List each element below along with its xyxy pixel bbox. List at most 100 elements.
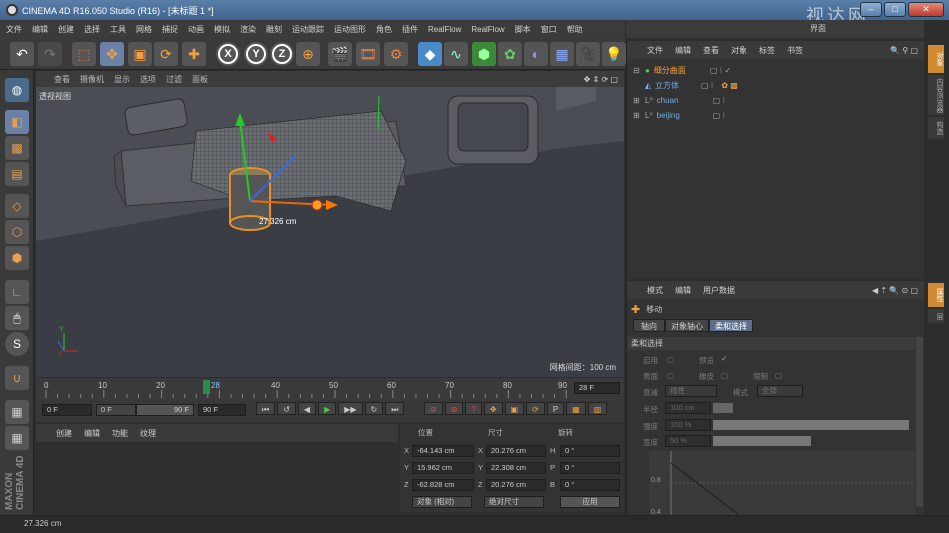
obj-menu-view[interactable]: 查看 bbox=[703, 45, 719, 56]
subdivision-surface-icon[interactable]: ⬢ bbox=[472, 42, 496, 66]
apply-button[interactable]: 应用 bbox=[560, 496, 620, 508]
menu-character[interactable]: 角色 bbox=[376, 24, 392, 35]
y-axis-lock-button[interactable]: Y bbox=[244, 42, 268, 66]
obj-menu-tags[interactable]: 标签 bbox=[759, 45, 775, 56]
menu-realflow-1[interactable]: RealFlow bbox=[428, 25, 461, 34]
edges-mode-icon[interactable]: ⬡ bbox=[5, 220, 29, 244]
object-row-chuan[interactable]: ⊞ L⁰ chuan ▢ ⁝ bbox=[633, 93, 924, 108]
record-keys-icon[interactable]: ⊘ bbox=[424, 402, 443, 415]
z-axis-lock-button[interactable]: Z bbox=[270, 42, 294, 66]
menu-help[interactable]: 帮助 bbox=[567, 24, 583, 35]
prev-key-icon[interactable]: ↺ bbox=[277, 402, 296, 415]
floor-icon[interactable]: ▦ bbox=[550, 42, 574, 66]
key-pla-icon[interactable]: ▦ bbox=[566, 402, 586, 415]
visibility-dots-icon[interactable]: ▢ ⁝ ✓ bbox=[710, 66, 731, 75]
next-frame-icon[interactable]: ▶▶ bbox=[338, 402, 363, 415]
light-icon[interactable]: 💡 bbox=[602, 42, 626, 66]
menu-motion-tracking[interactable]: 运动跟踪 bbox=[292, 24, 324, 35]
model-mode-icon[interactable]: ◧ bbox=[5, 110, 29, 134]
object-row-subdivision[interactable]: ⊟ ● 细分曲面 ▢ ⁝ ✓ bbox=[633, 63, 924, 78]
strength-slider[interactable] bbox=[713, 420, 909, 430]
live-selection-icon[interactable]: ⬚ bbox=[72, 42, 96, 66]
pos-z-field[interactable]: -62.828 cm bbox=[412, 479, 474, 491]
current-frame-field[interactable]: 28 F bbox=[574, 382, 620, 394]
camera-icon[interactable]: 🎥 bbox=[576, 42, 600, 66]
material-tag-icon[interactable]: ✿ ▩ bbox=[721, 81, 737, 90]
vp-menu-panel[interactable]: 面板 bbox=[192, 74, 208, 85]
vp-menu-filter[interactable]: 过滤 bbox=[166, 74, 182, 85]
goto-start-icon[interactable]: ⏮ bbox=[256, 402, 276, 415]
start-frame-field[interactable]: 0 F bbox=[42, 404, 92, 416]
visibility-dots-icon[interactable]: ▢ ⁝ bbox=[713, 111, 725, 120]
strength-field[interactable]: 100 % bbox=[665, 419, 711, 431]
menu-create[interactable]: 创建 bbox=[58, 24, 74, 35]
preview-range-slider[interactable]: 90 F bbox=[136, 404, 194, 416]
menu-mesh[interactable]: 网格 bbox=[136, 24, 152, 35]
object-name[interactable]: beijing bbox=[657, 111, 707, 120]
magnet-icon[interactable]: ∪ bbox=[5, 366, 29, 390]
workplane-icon[interactable]: ◍ bbox=[5, 78, 29, 102]
menu-tools[interactable]: 工具 bbox=[110, 24, 126, 35]
obj-search-icon[interactable]: 🔍 ⚲ ▢ bbox=[890, 46, 918, 55]
locked-workplane-icon[interactable]: ▦ bbox=[5, 426, 29, 450]
next-key-icon[interactable]: ↻ bbox=[364, 402, 384, 415]
mat-menu-texture[interactable]: 纹理 bbox=[140, 428, 156, 439]
obj-menu-bookmarks[interactable]: 书签 bbox=[787, 45, 803, 56]
last-tool-icon[interactable]: ✚ bbox=[182, 42, 206, 66]
tab-object-axis[interactable]: 对象轴心 bbox=[665, 319, 709, 332]
vp-menu-view[interactable]: 查看 bbox=[54, 74, 70, 85]
visibility-dots-icon[interactable]: ▢ ⁝ bbox=[713, 96, 725, 105]
play-icon[interactable]: ▶ bbox=[318, 402, 337, 415]
rot-b-field[interactable]: 0 ° bbox=[560, 479, 620, 491]
x-axis-lock-button[interactable]: X bbox=[216, 42, 240, 66]
width-field[interactable]: 50 % bbox=[665, 435, 711, 447]
points-mode-icon[interactable]: ◇ bbox=[5, 194, 29, 218]
menu-window[interactable]: 窗口 bbox=[541, 24, 557, 35]
attr-menu-edit[interactable]: 编辑 bbox=[675, 285, 691, 296]
expand-icon[interactable]: ⊟ bbox=[633, 66, 645, 75]
tab-attributes[interactable]: 属性 bbox=[928, 283, 944, 307]
menu-sculpt[interactable]: 雕刻 bbox=[266, 24, 282, 35]
key-param-icon[interactable]: P bbox=[546, 402, 565, 415]
menu-simulate[interactable]: 模拟 bbox=[214, 24, 230, 35]
preview-start-field[interactable]: 0 F bbox=[96, 404, 136, 416]
obj-menu-edit[interactable]: 编辑 bbox=[675, 45, 691, 56]
object-row-cube[interactable]: ◭ 立方体 ▢ ⁝ ✿ ▩ bbox=[633, 78, 924, 93]
spline-pen-icon[interactable]: ∿ bbox=[444, 42, 468, 66]
goto-end-icon[interactable]: ⏭ bbox=[385, 402, 405, 415]
menu-animate[interactable]: 动画 bbox=[188, 24, 204, 35]
mat-menu-create[interactable]: 创建 bbox=[56, 428, 72, 439]
tab-content-browser[interactable]: 内容浏览器 bbox=[928, 75, 944, 115]
cube-primitive-icon[interactable]: ◆ bbox=[418, 42, 442, 66]
tab-structure[interactable]: 构造 bbox=[928, 117, 944, 139]
menu-mograph[interactable]: 运动图形 bbox=[334, 24, 366, 35]
autokey-icon[interactable]: ⊛ bbox=[444, 402, 464, 415]
object-name[interactable]: 立方体 bbox=[655, 80, 695, 91]
tab-axis[interactable]: 轴向 bbox=[633, 319, 665, 332]
menu-snap[interactable]: 捕捉 bbox=[162, 24, 178, 35]
snap-icon[interactable]: S bbox=[5, 332, 29, 356]
coordinate-system-icon[interactable]: ⊕ bbox=[296, 42, 320, 66]
radius-slider[interactable] bbox=[713, 403, 733, 413]
falloff-type-dropdown[interactable]: 线性 bbox=[665, 385, 717, 397]
workplane-mode-icon[interactable]: ▤ bbox=[5, 162, 29, 186]
vp-menu-display[interactable]: 显示 bbox=[114, 74, 130, 85]
attr-menu-userdata[interactable]: 用户数据 bbox=[703, 285, 735, 296]
tab-soft-selection[interactable]: 柔和选择 bbox=[709, 319, 753, 332]
end-frame-field[interactable]: 90 F bbox=[198, 404, 246, 416]
rot-h-field[interactable]: 0 ° bbox=[560, 445, 620, 457]
key-rotation-icon[interactable]: ⟳ bbox=[526, 402, 545, 415]
vp-menu-camera[interactable]: 摄像机 bbox=[80, 74, 104, 85]
axis-mode-icon[interactable]: ∟ bbox=[5, 280, 29, 304]
vp-menu-options[interactable]: 选项 bbox=[140, 74, 156, 85]
perspective-viewport[interactable]: 透视视图 27.326 cm 网格间距：100 cm X Y bbox=[36, 71, 624, 377]
mat-menu-function[interactable]: 功能 bbox=[112, 428, 128, 439]
render-to-picture-viewer-icon[interactable]: 🎞 bbox=[356, 42, 380, 66]
expand-icon[interactable]: ⊞ bbox=[633, 111, 645, 120]
surface-checkbox[interactable]: ▢ bbox=[667, 371, 674, 380]
redo-icon[interactable]: ↷ bbox=[38, 42, 62, 66]
key-scale-icon[interactable]: ▣ bbox=[504, 402, 525, 415]
preview-checkbox[interactable]: ✓ bbox=[721, 354, 727, 363]
tweak-mode-icon[interactable]: 🖱 bbox=[5, 306, 29, 330]
maximize-button[interactable]: □ bbox=[884, 2, 906, 17]
